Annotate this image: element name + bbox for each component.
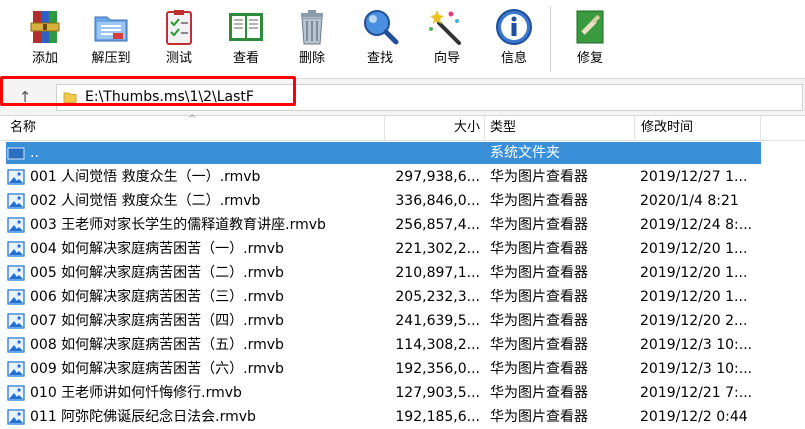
wizard-label: 向导 (433, 51, 460, 66)
add-button[interactable]: 添加 (15, 4, 75, 74)
list-item[interactable]: 008 如何解决家庭病苦困苦（五）.rmvb 114,308,2... 华为图片… (0, 333, 805, 357)
column-size-header[interactable]: 大小 (384, 120, 480, 136)
file-list: .. 系统文件夹 001 人间觉悟 救度众生（一）.rmvb 297,938,6… (0, 141, 805, 429)
info-label: 信息 (500, 51, 527, 66)
find-label: 查找 (366, 51, 393, 66)
folder-extract-icon (94, 16, 128, 42)
view-button[interactable]: 查看 (216, 4, 276, 74)
list-item[interactable]: 009 如何解决家庭病苦困苦（六）.rmvb 192,356,0... 华为图片… (0, 357, 805, 381)
trash-icon (301, 10, 323, 45)
sort-caret-icon: ^ (188, 114, 197, 125)
list-item[interactable]: 010 王老师讲如何忏悔修行.rmvb 127,903,5... 华为图片查看器… (0, 381, 805, 405)
view-label: 查看 (232, 51, 259, 66)
book-view-icon (229, 13, 263, 41)
magnifier-icon (364, 10, 399, 45)
column-type-header[interactable]: 类型 (490, 120, 516, 136)
delete-button[interactable]: 删除 (282, 4, 342, 74)
repair-icon (576, 10, 604, 44)
list-item[interactable]: 003 王老师对家长学生的儒释道教育讲座.rmvb 256,857,4... 华… (0, 213, 805, 237)
extract-label: 解压到 (91, 51, 131, 66)
list-item[interactable]: 002 人间觉悟 救度众生（二）.rmvb 336,846,0... 华为图片查… (0, 189, 805, 213)
image-file-icon (7, 265, 25, 281)
test-label: 测试 (165, 51, 192, 66)
image-file-icon (7, 217, 25, 233)
add-label: 添加 (31, 51, 58, 66)
list-item[interactable]: 011 阿弥陀佛诞辰纪念日法会.rmvb 192,185,6... 华为图片查看… (0, 405, 805, 429)
image-file-icon (7, 241, 25, 257)
toolbar: 添加 解压到 测试 查看 删除 查找 向导 信息 修复 (0, 0, 805, 76)
list-item[interactable]: .. 系统文件夹 (0, 141, 805, 165)
image-file-icon (7, 337, 25, 353)
list-item[interactable]: 005 如何解决家庭病苦困苦（二）.rmvb 210,897,1... 华为图片… (0, 261, 805, 285)
highlight-annotation (0, 76, 296, 106)
extract-button[interactable]: 解压到 (81, 4, 141, 74)
image-file-icon (7, 313, 25, 329)
image-file-icon (7, 385, 25, 401)
delete-label: 删除 (298, 51, 325, 66)
repair-button[interactable]: 修复 (560, 4, 620, 74)
wizard-button[interactable]: 向导 (417, 4, 477, 74)
archive-add-icon (30, 11, 60, 43)
image-file-icon (7, 361, 25, 377)
info-icon (496, 9, 532, 45)
image-file-icon (7, 289, 25, 305)
list-item[interactable]: 006 如何解决家庭病苦困苦（三）.rmvb 205,232,3... 华为图片… (0, 285, 805, 309)
magic-wand-icon (429, 10, 461, 45)
list-item[interactable]: 004 如何解决家庭病苦困苦（一）.rmvb 221,302,2... 华为图片… (0, 237, 805, 261)
folder-icon (7, 147, 25, 160)
repair-label: 修复 (576, 51, 603, 66)
column-modified-header[interactable]: 修改时间 (641, 120, 693, 136)
test-button[interactable]: 测试 (149, 4, 209, 74)
list-item[interactable]: 007 如何解决家庭病苦困苦（四）.rmvb 241,639,5... 华为图片… (0, 309, 805, 333)
toolbar-separator (550, 6, 551, 72)
info-button[interactable]: 信息 (484, 4, 544, 74)
list-item[interactable]: 001 人间觉悟 救度众生（一）.rmvb 297,938,6... 华为图片查… (0, 165, 805, 189)
file-list-header: ^ 名称 大小 类型 修改时间 (0, 114, 805, 141)
image-file-icon (7, 409, 25, 425)
find-button[interactable]: 查找 (350, 4, 410, 74)
image-file-icon (7, 193, 25, 209)
clipboard-check-icon (166, 10, 192, 45)
column-name-header[interactable]: 名称 (10, 120, 36, 136)
image-file-icon (7, 169, 25, 185)
